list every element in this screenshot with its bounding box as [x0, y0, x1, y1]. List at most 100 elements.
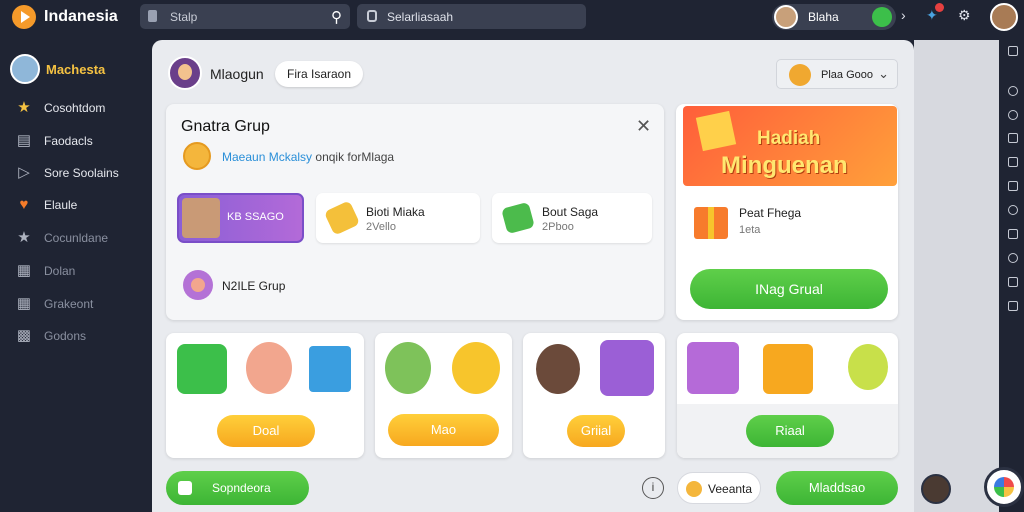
star-icon: ★ [17, 99, 31, 116]
document-icon: ▤ [16, 132, 32, 149]
gift-icon [687, 342, 739, 394]
avatar [182, 198, 220, 238]
promo-item-subtitle: 1eta [739, 224, 761, 236]
secondary-search-input[interactable]: Selarliasaah [357, 4, 586, 29]
info-icon[interactable]: i [642, 477, 664, 499]
gift-box-icon [600, 340, 654, 396]
rail-chart-icon[interactable] [1008, 157, 1018, 167]
coin-icon [183, 142, 211, 170]
people-icon: ▩ [16, 327, 32, 344]
ribbon-icon [848, 344, 888, 390]
close-icon[interactable]: ✕ [636, 116, 651, 137]
search-input[interactable]: Stalp ⚲ [140, 4, 350, 29]
coin-icon [686, 481, 702, 497]
grid-icon: ▦ [16, 295, 32, 312]
header-chip-button[interactable]: Fira Isaraon [275, 61, 363, 87]
gift-box-icon [695, 110, 737, 152]
sidebar: Machesta ★ Cosohtdom ▤ Faodacls ▷ Sore S… [0, 40, 150, 512]
rail-grid-icon[interactable] [1008, 46, 1018, 56]
card2-button[interactable]: Mao [388, 414, 499, 446]
profile-tile[interactable]: KB SSAGO [177, 193, 304, 243]
character-icon [385, 342, 431, 394]
sidebar-item-faodacls[interactable]: ▤ Faodacls [16, 131, 146, 151]
app-title: Indanesia [44, 8, 118, 25]
rail-circle-icon[interactable] [1008, 86, 1018, 96]
character-icon [177, 344, 227, 394]
character-icon [246, 342, 292, 394]
sidebar-item-label: Sore Soolains [44, 166, 119, 180]
promo-claim-button[interactable]: INag Grual [690, 269, 888, 309]
sidebar-item-label: Dolan [44, 264, 76, 278]
promo-banner-line1: Hadiah [757, 128, 821, 149]
right-gutter [914, 40, 999, 512]
rail-clock-icon[interactable] [1008, 110, 1018, 120]
reward-tile-value: 2Pboo [542, 221, 574, 233]
footer-chip-label: Veeanta [708, 482, 753, 496]
reward-tile[interactable]: Bioti Miaka 2Vello [316, 193, 480, 243]
chart-icon: ▦ [16, 262, 32, 279]
sidebar-item-label: Cocunldane [44, 231, 109, 245]
chevron-down-icon: ⌄ [878, 66, 889, 81]
group-label[interactable]: N2ILE Grup [222, 279, 285, 293]
profile-avatar[interactable] [990, 3, 1018, 31]
promo-banner[interactable]: Hadiah Minguenan [683, 106, 897, 186]
user-name: Blaha [808, 10, 839, 24]
avatar[interactable] [921, 474, 951, 504]
rail-target-icon[interactable] [1008, 205, 1018, 215]
search-text: Stalp [170, 10, 198, 24]
character-icon [452, 342, 500, 394]
sidebar-item-grakeont[interactable]: ▦ Grakeont [16, 294, 146, 314]
profile-tile-label: KB SSAGO [227, 211, 284, 223]
sidebar-item-label: Elaule [44, 198, 78, 212]
rail-box-icon[interactable] [1008, 229, 1018, 239]
sidebar-item-sore-soolains[interactable]: ▷ Sore Soolains [16, 163, 146, 183]
filter-dropdown[interactable]: Plaa Gooo ⌄ [776, 59, 898, 89]
online-status-icon [872, 7, 892, 27]
sidebar-item-label: Cosohtdom [44, 101, 106, 115]
footer-primary-button[interactable]: Mladdsao [776, 471, 898, 505]
top-bar: Indanesia Stalp ⚲ Selarliasaah Blaha › ✦… [0, 0, 1024, 34]
sidebar-item-label: Grakeont [44, 297, 94, 311]
rail-settings-icon[interactable] [1008, 301, 1018, 311]
description-text: onqik forMlaga [315, 150, 395, 164]
card3-button[interactable]: Griial [567, 415, 625, 447]
card1-button[interactable]: Doal [217, 415, 315, 447]
sidebar-item-label: Godons [44, 329, 87, 343]
avatar [10, 54, 40, 84]
sidebar-item-cosohtdom[interactable]: ★ Cosohtdom [16, 98, 146, 118]
ticket-icon [323, 200, 361, 236]
group-avatar[interactable] [168, 56, 202, 90]
search-icon[interactable]: ⚲ [331, 8, 342, 26]
footer-left-label: Sopndeora [212, 481, 271, 495]
sidebar-item-elaule[interactable]: ♥ Elaule [16, 195, 146, 215]
rail-gift-icon[interactable] [1008, 277, 1018, 287]
rail-list-icon[interactable] [1008, 133, 1018, 143]
launcher-button[interactable] [984, 467, 1024, 507]
rail-doc-icon[interactable] [1008, 181, 1018, 191]
play-icon: ▷ [18, 164, 30, 181]
footer-left-button[interactable]: Sopndeora [166, 471, 309, 505]
sidebar-item-dolan[interactable]: ▦ Dolan [16, 261, 146, 281]
notification-badge [935, 3, 944, 12]
footer-chip[interactable]: Veeanta [677, 472, 761, 504]
rail-user-icon[interactable] [1008, 253, 1018, 263]
chevron-right-icon[interactable]: › [901, 7, 906, 23]
settings-icon[interactable]: ⚙ [958, 7, 971, 24]
promo-banner-line2: Minguenan [721, 152, 848, 179]
avatar [774, 5, 798, 29]
app-logo-icon[interactable] [12, 5, 36, 29]
document-icon [148, 10, 157, 22]
group-card-description: Maeaun Mckalsy onqik forMlaga [222, 150, 394, 164]
star-outline-icon: ★ [17, 229, 31, 246]
description-link[interactable]: Maeaun Mckalsy [222, 150, 312, 164]
reward-tile[interactable]: Bout Saga 2Pboo [492, 193, 652, 243]
reward-tile-title: Bioti Miaka [366, 205, 425, 219]
promo-item-title: Peat Fhega [739, 206, 802, 220]
gift-icon [694, 207, 728, 239]
lock-icon [367, 10, 377, 22]
sidebar-item-godons[interactable]: ▩ Godons [16, 326, 146, 346]
sidebar-item-cocunldane[interactable]: ★ Cocunldane [16, 228, 146, 248]
card4-button[interactable]: Riaal [746, 415, 834, 447]
user-chip[interactable]: Blaha [772, 4, 896, 30]
dropdown-label: Plaa Gooo [821, 69, 873, 81]
